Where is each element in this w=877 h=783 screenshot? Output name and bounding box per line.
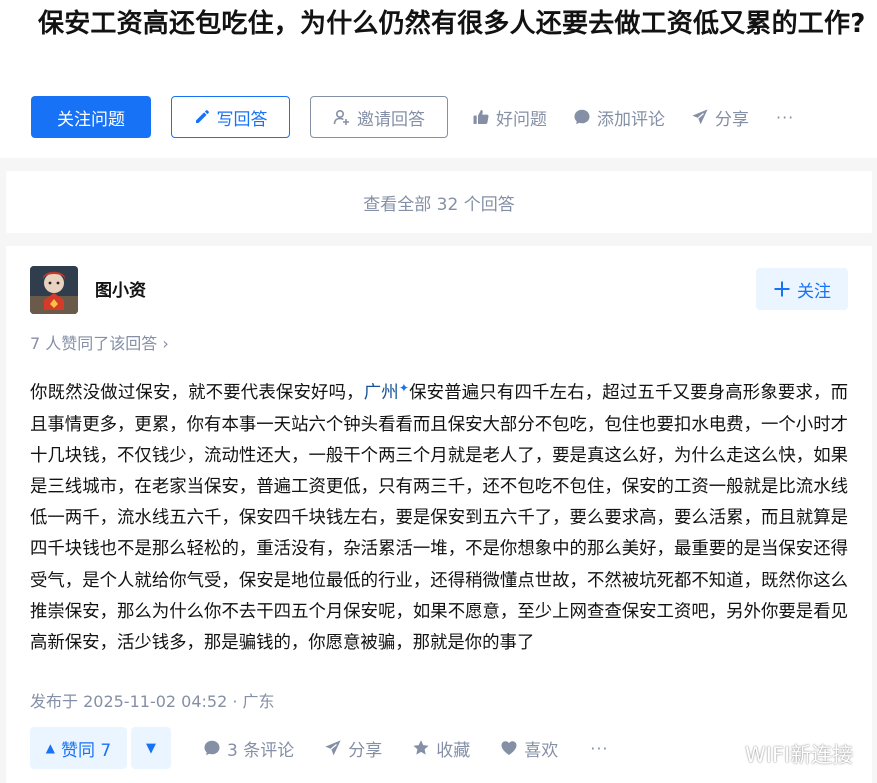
share-answer-button[interactable]: 分享 xyxy=(324,736,382,761)
location-link[interactable]: 广州 xyxy=(364,383,399,403)
share-answer-label: 分享 xyxy=(348,740,383,761)
share-question-label: 分享 xyxy=(715,109,749,130)
good-question-button[interactable]: 好问题 xyxy=(472,105,547,130)
more-actions-label: ··· xyxy=(776,107,795,127)
add-comment-button[interactable]: 添加评论 xyxy=(573,105,665,130)
more-actions-button[interactable]: ··· xyxy=(776,108,794,127)
answer-footer: ▲ 赞同 7 ▼ 3 条评论 分享 收藏 喜欢 ··· xyxy=(30,727,609,769)
comment-bubble-icon xyxy=(203,739,221,757)
vote-down-button[interactable]: ▼ xyxy=(131,727,171,769)
share-question-button[interactable]: 分享 xyxy=(691,105,749,130)
like-button[interactable]: 喜欢 xyxy=(500,736,558,761)
invite-user-icon xyxy=(333,109,350,126)
follow-question-label: 关注问题 xyxy=(57,109,125,130)
comments-button[interactable]: 3 条评论 xyxy=(203,736,294,761)
caret-up-icon: ▲ xyxy=(45,741,55,755)
question-title[interactable]: 保安工资高还包吃住，为什么仍然有很多人还要去做工资低又累的工作? xyxy=(38,4,873,44)
comments-label: 3 条评论 xyxy=(227,740,295,761)
collect-button[interactable]: 收藏 xyxy=(412,736,470,761)
avatar[interactable] xyxy=(30,266,78,314)
answer-text-start: 你既然没做过保安，就不要代表保安好吗， xyxy=(30,383,364,403)
more-answer-actions-label: ··· xyxy=(590,738,609,758)
publish-info[interactable]: 发布于 2025-11-02 04:52 · 广东 xyxy=(30,688,275,712)
answer-content: 你既然没做过保安，就不要代表保安好吗，广州✦保安普遍只有四千左右，超过五千又要身… xyxy=(30,378,848,659)
pencil-icon xyxy=(194,109,210,125)
author-name[interactable]: 图小资 xyxy=(95,276,146,301)
comment-bubble-icon xyxy=(573,108,591,126)
answer-text-rest: 保安普遍只有四千左右，超过五千又要身高形象要求，而且事情更多，更累，你有本事一天… xyxy=(30,383,848,653)
invite-answer-label: 邀请回答 xyxy=(357,109,425,130)
heart-icon xyxy=(500,739,518,757)
star-icon xyxy=(412,739,430,757)
paper-plane-icon xyxy=(324,739,342,757)
thumb-up-icon xyxy=(472,108,490,126)
like-label: 喜欢 xyxy=(524,740,559,761)
question-header: 保安工资高还包吃住，为什么仍然有很多人还要去做工资低又累的工作? 关注问题 写回… xyxy=(0,0,877,158)
collect-label: 收藏 xyxy=(436,740,471,761)
write-answer-label: 写回答 xyxy=(216,109,268,130)
invite-answer-button[interactable]: 邀请回答 xyxy=(310,96,448,138)
watermark: WIFI新连接 xyxy=(745,743,854,767)
vote-up-button[interactable]: ▲ 赞同 7 xyxy=(30,727,127,769)
good-question-label: 好问题 xyxy=(496,109,547,130)
follow-author-button[interactable]: 关注 xyxy=(756,268,848,310)
follow-author-label: 关注 xyxy=(797,281,831,302)
add-comment-label: 添加评论 xyxy=(597,109,665,130)
answer-card: 图小资 关注 7 人赞同了该回答 › 你既然没做过保安，就不要代表保安好吗，广州… xyxy=(6,246,872,783)
vote-up-label: 赞同 7 xyxy=(61,740,112,761)
voters-link[interactable]: 7 人赞同了该回答 › xyxy=(30,330,169,354)
sparkle-icon: ✦ xyxy=(398,381,409,395)
paper-plane-icon xyxy=(691,108,709,126)
view-all-answers-label: 查看全部 32 个回答 xyxy=(363,194,515,215)
plus-icon xyxy=(773,280,791,298)
write-answer-button[interactable]: 写回答 xyxy=(171,96,290,138)
view-all-answers-button[interactable]: 查看全部 32 个回答 xyxy=(6,171,872,233)
more-answer-actions-button[interactable]: ··· xyxy=(590,739,608,758)
caret-down-icon: ▼ xyxy=(146,740,156,756)
follow-question-button[interactable]: 关注问题 xyxy=(31,96,151,138)
question-actions: 关注问题 写回答 邀请回答 好问题 添加评论 分享 ··· xyxy=(31,96,794,138)
